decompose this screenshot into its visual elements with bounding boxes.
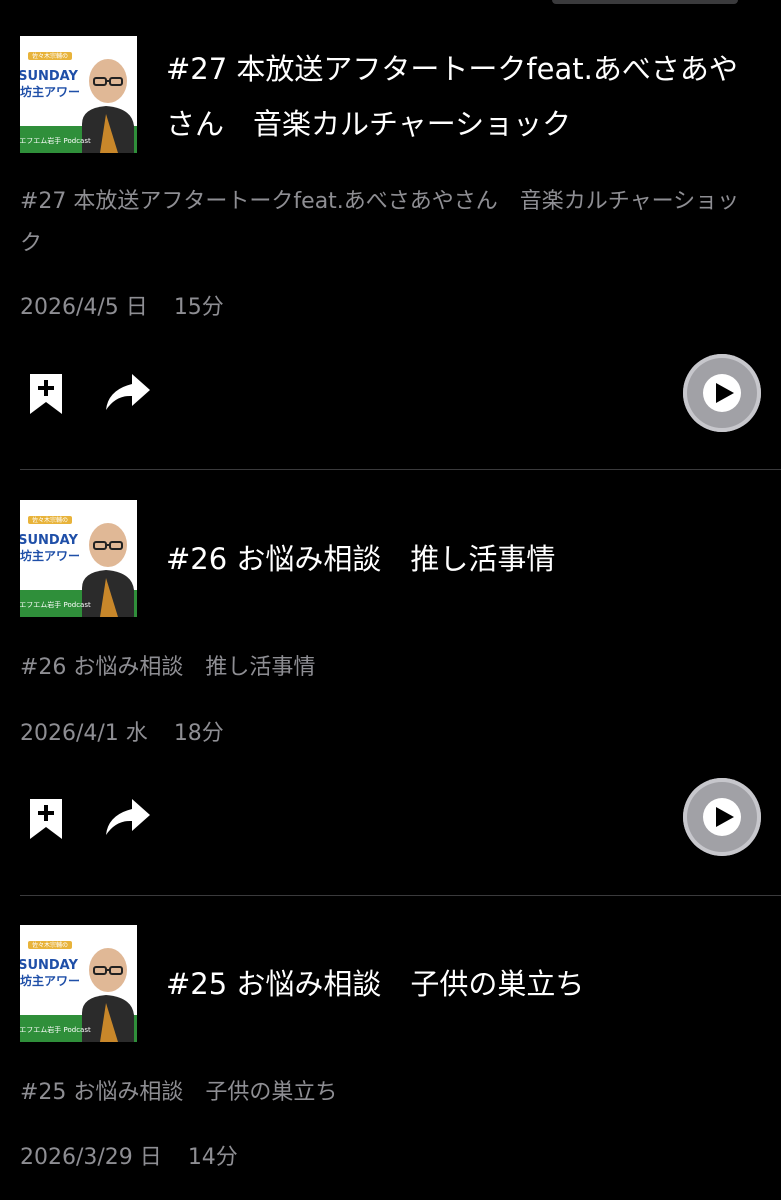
- svg-text:SUNDAY: SUNDAY: [20, 69, 78, 84]
- svg-text:エフエム岩手 Podcast: エフエム岩手 Podcast: [20, 136, 91, 145]
- episode-header[interactable]: 佐々木宗輔の SUNDAY 坊主アワー エフエム岩手 Podcast #25 お…: [20, 925, 760, 1043]
- play-button[interactable]: [683, 778, 761, 856]
- svg-text:SUNDAY: SUNDAY: [20, 958, 78, 973]
- episode-duration: 14分: [187, 1145, 238, 1170]
- episode-header[interactable]: 佐々木宗輔の SUNDAY 坊主アワー エフエム岩手 Podcast #27 本…: [20, 36, 760, 154]
- episode-meta: 2026/3/29 日 14分: [20, 1143, 238, 1173]
- svg-text:佐々木宗輔の: 佐々木宗輔の: [32, 516, 68, 524]
- svg-text:坊主アワー: 坊主アワー: [20, 84, 80, 99]
- episode-header[interactable]: 佐々木宗輔の SUNDAY 坊主アワー エフエム岩手 Podcast #26 お…: [20, 500, 760, 618]
- episode-description: #26 お悩み相談 推し活事情: [20, 655, 316, 680]
- svg-text:エフエム岩手 Podcast: エフエム岩手 Podcast: [20, 600, 91, 609]
- episode-description: #27 本放送アフタートークfeat.あべさあやさん 音楽カルチャーショック: [20, 189, 740, 256]
- episode-divider: [20, 469, 781, 470]
- svg-text:SUNDAY: SUNDAY: [20, 533, 78, 548]
- svg-text:坊主アワー: 坊主アワー: [20, 973, 80, 988]
- bookmark-plus-icon[interactable]: [28, 372, 64, 416]
- episode-meta: 2026/4/1 水 18分: [20, 719, 224, 749]
- podcast-artwork: 佐々木宗輔の SUNDAY 坊主アワー エフエム岩手 Podcast: [20, 500, 137, 617]
- episode-date: 2026/4/1 水: [20, 721, 148, 746]
- podcast-artwork: 佐々木宗輔の SUNDAY 坊主アワー エフエム岩手 Podcast: [20, 925, 137, 1042]
- episode-title[interactable]: #26 お悩み相談 推し活事情: [166, 532, 760, 587]
- episode-title[interactable]: #25 お悩み相談 子供の巣立ち: [166, 957, 760, 1012]
- podcast-artwork: 佐々木宗輔の SUNDAY 坊主アワー エフエム岩手 Podcast: [20, 36, 137, 153]
- play-icon: [703, 374, 741, 412]
- share-arrow-icon[interactable]: [104, 372, 152, 412]
- episode-item[interactable]: 佐々木宗輔の SUNDAY 坊主アワー エフエム岩手 Podcast #26 お…: [0, 500, 781, 896]
- bookmark-plus-icon[interactable]: [28, 797, 64, 841]
- episode-title[interactable]: #27 本放送アフタートークfeat.あべさあやさん 音楽カルチャーショック: [166, 42, 760, 152]
- episode-divider: [20, 895, 781, 896]
- episode-meta: 2026/4/5 日 15分: [20, 293, 224, 323]
- episode-date: 2026/4/5 日: [20, 295, 148, 320]
- svg-text:佐々木宗輔の: 佐々木宗輔の: [32, 52, 68, 60]
- episode-date: 2026/3/29 日: [20, 1145, 162, 1170]
- episode-description: #25 お悩み相談 子供の巣立ち: [20, 1080, 338, 1105]
- episode-item[interactable]: 佐々木宗輔の SUNDAY 坊主アワー エフエム岩手 Podcast #25 お…: [0, 925, 781, 1200]
- play-icon: [703, 798, 741, 836]
- episode-duration: 15分: [173, 295, 224, 320]
- episode-duration: 18分: [173, 721, 224, 746]
- svg-text:エフエム岩手 Podcast: エフエム岩手 Podcast: [20, 1025, 91, 1034]
- play-button[interactable]: [683, 354, 761, 432]
- share-arrow-icon[interactable]: [104, 797, 152, 837]
- sheet-handle: [552, 0, 738, 4]
- episode-item[interactable]: 佐々木宗輔の SUNDAY 坊主アワー エフエム岩手 Podcast #27 本…: [0, 36, 781, 470]
- svg-text:坊主アワー: 坊主アワー: [20, 548, 80, 563]
- svg-text:佐々木宗輔の: 佐々木宗輔の: [32, 941, 68, 949]
